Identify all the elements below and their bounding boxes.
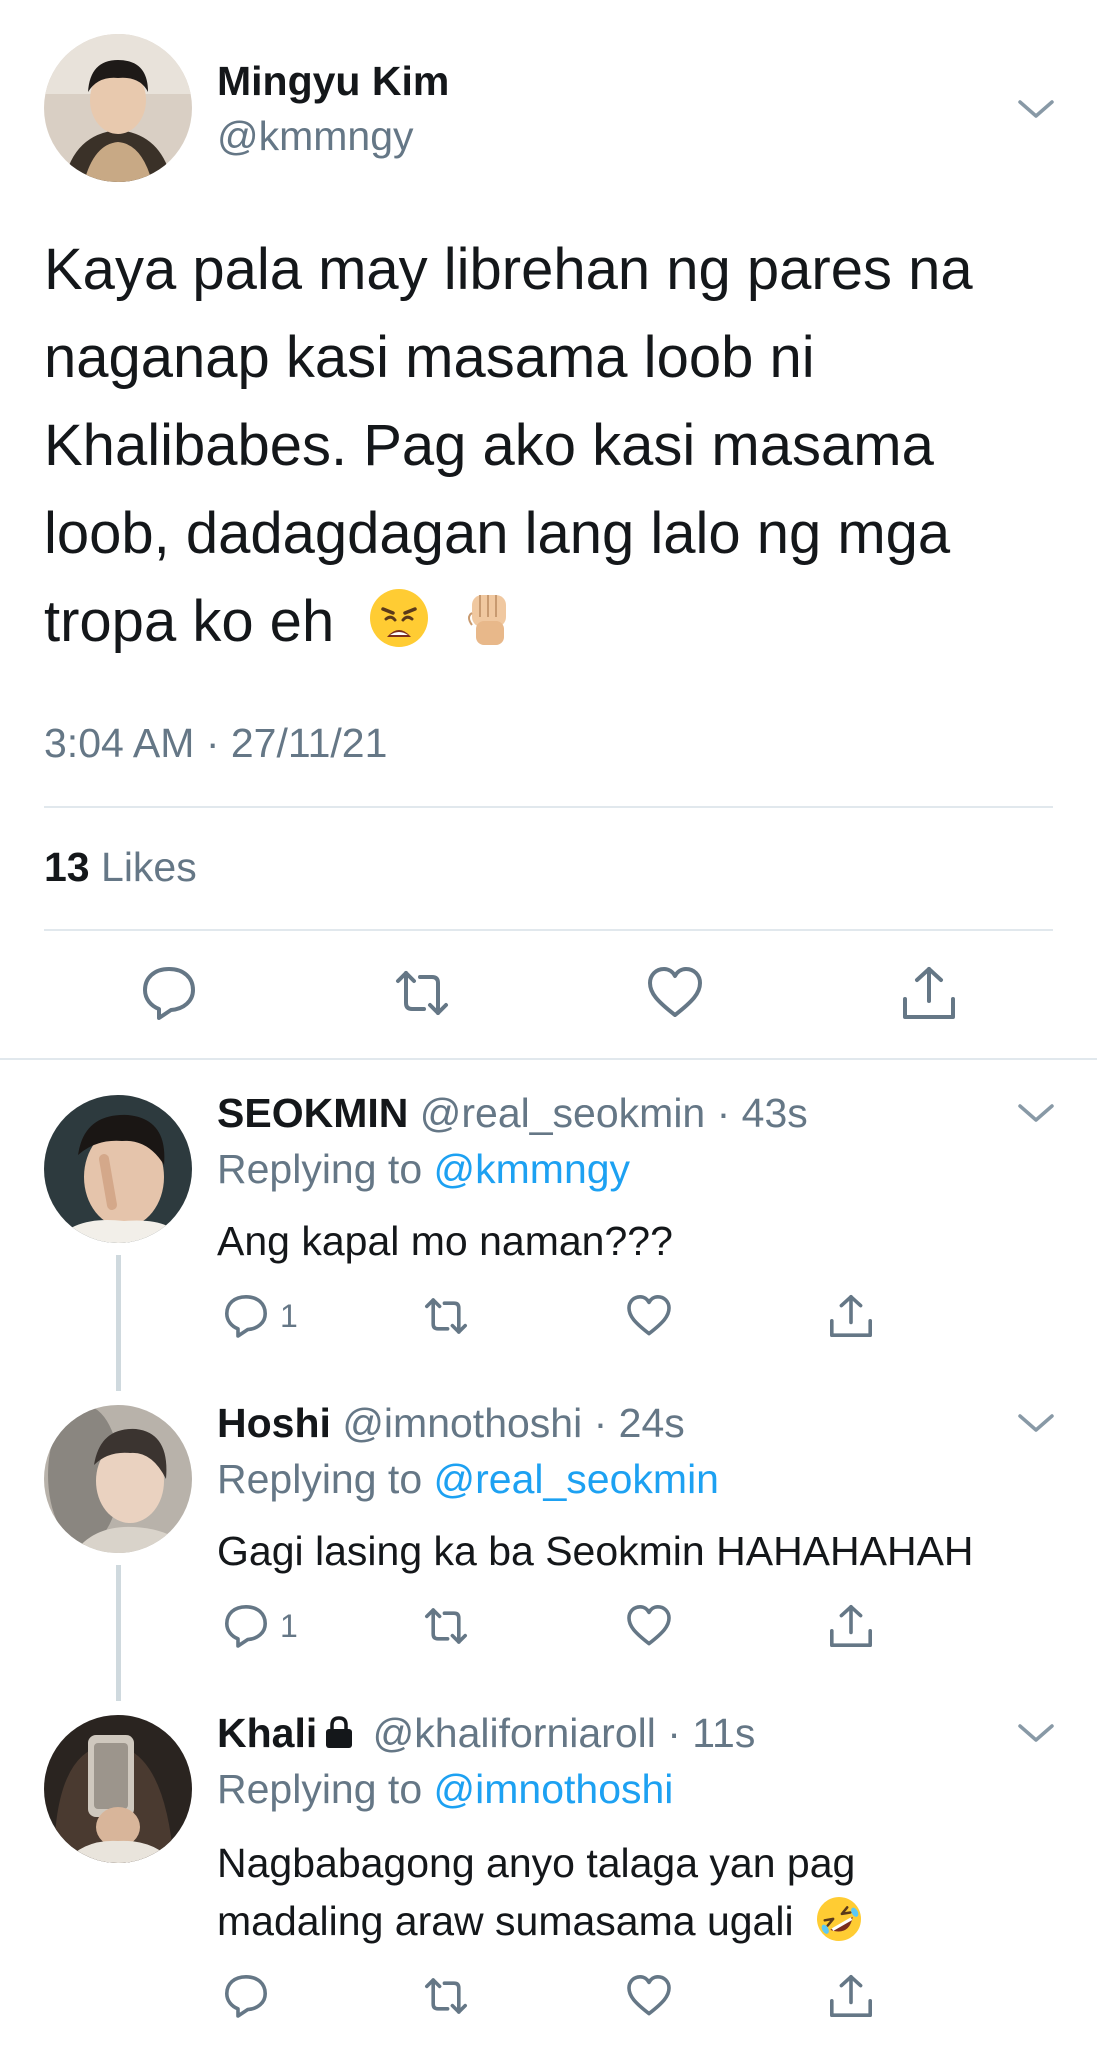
share-icon[interactable] xyxy=(899,963,959,1023)
reply-author-handle[interactable]: @imnothoshi · 24s xyxy=(342,1400,684,1446)
author-avatar[interactable] xyxy=(44,34,192,182)
author-name[interactable]: Mingyu Kim xyxy=(217,58,449,105)
replying-mention[interactable]: @real_seokmin xyxy=(434,1456,719,1502)
reply-count: 1 xyxy=(280,1298,298,1334)
reply-text: Ang kapal mo naman??? xyxy=(217,1218,673,1264)
reply-text-line: madaling araw sumasama ugali xyxy=(217,1898,794,1944)
thread-connector xyxy=(116,1255,121,1391)
tweet-text-line: Kaya pala may librehan ng pares na xyxy=(44,237,973,302)
replying-prefix: Replying to xyxy=(217,1456,434,1502)
reply-author-handle[interactable]: @real_seokmin · 43s xyxy=(420,1090,808,1136)
reply-text-line: Nagbabagong anyo talaga yan pag xyxy=(217,1840,856,1886)
reply-author-name[interactable]: Khali xyxy=(217,1710,317,1756)
like-icon[interactable] xyxy=(625,1972,673,2020)
tweet-text-line-last: tropa ko eh xyxy=(44,578,1044,666)
like-icon[interactable] xyxy=(625,1292,673,1340)
likes-count: 13 xyxy=(44,844,90,890)
reply-text-line-last: madaling araw sumasama ugali xyxy=(217,1892,1097,1950)
thread-connector xyxy=(116,1565,121,1701)
reply-icon[interactable] xyxy=(222,1602,270,1650)
share-icon[interactable] xyxy=(827,1972,875,2020)
tweet-timestamp[interactable]: 3:04 AM · 27/11/21 xyxy=(44,720,387,767)
reply-count: 1 xyxy=(280,1608,298,1644)
author-handle[interactable]: @kmmngy xyxy=(217,113,414,160)
retweet-icon[interactable] xyxy=(422,1972,470,2020)
tweet-text-line: loob, dadagdagan lang lalo ng mga xyxy=(44,501,951,566)
chevron-down-icon[interactable] xyxy=(1016,98,1056,122)
section-divider xyxy=(0,1058,1097,1060)
tweet-text-line: Khalibabes. Pag ako kasi masama xyxy=(44,413,934,478)
retweet-icon[interactable] xyxy=(422,1602,470,1650)
reply-text: Gagi lasing ka ba Seokmin HAHAHAHAH xyxy=(217,1528,974,1574)
reply-author-name[interactable]: Hoshi xyxy=(217,1400,331,1446)
retweet-icon[interactable] xyxy=(392,963,452,1023)
divider xyxy=(44,806,1053,808)
reply-header: SEOKMIN @real_seokmin · 43s xyxy=(217,1090,808,1137)
divider xyxy=(44,929,1053,931)
likes-label: Likes xyxy=(101,844,197,890)
replying-mention[interactable]: @imnothoshi xyxy=(434,1766,674,1812)
like-icon[interactable] xyxy=(645,963,705,1023)
reply-author-name[interactable]: SEOKMIN xyxy=(217,1090,408,1136)
replying-mention[interactable]: @kmmngy xyxy=(434,1146,631,1192)
chevron-down-icon[interactable] xyxy=(1016,1412,1056,1436)
reply-icon[interactable] xyxy=(222,1292,270,1340)
replying-to: Replying to @imnothoshi xyxy=(217,1766,673,1813)
reply-text: Nagbabagong anyo talaga yan pag madaling… xyxy=(217,1834,1097,1950)
tweet-text: Kaya pala may librehan ng pares na nagan… xyxy=(44,226,1044,666)
reply-header: Hoshi @imnothoshi · 24s xyxy=(217,1400,685,1447)
replying-to: Replying to @kmmngy xyxy=(217,1146,630,1193)
reply-author-handle[interactable]: @khaliforniaroll · 11s xyxy=(373,1710,756,1756)
tweet-text-line: tropa ko eh xyxy=(44,589,335,654)
weary-face-emoji xyxy=(368,586,430,648)
reply-avatar[interactable] xyxy=(44,1405,192,1553)
like-icon[interactable] xyxy=(625,1602,673,1650)
retweet-icon[interactable] xyxy=(422,1292,470,1340)
reply-avatar[interactable] xyxy=(44,1715,192,1863)
replying-to: Replying to @real_seokmin xyxy=(217,1456,719,1503)
chevron-down-icon[interactable] xyxy=(1016,1102,1056,1126)
likes-summary[interactable]: 13 Likes xyxy=(44,844,197,891)
tweet-text-line: naganap kasi masama loob ni xyxy=(44,325,815,390)
share-icon[interactable] xyxy=(827,1292,875,1340)
reply-icon[interactable] xyxy=(222,1972,270,2020)
reply-avatar[interactable] xyxy=(44,1095,192,1243)
reply-icon[interactable] xyxy=(139,963,199,1023)
share-icon[interactable] xyxy=(827,1602,875,1650)
reply-header: Khali @khaliforniaroll · 11s xyxy=(217,1710,755,1757)
replying-prefix: Replying to xyxy=(217,1766,434,1812)
replying-prefix: Replying to xyxy=(217,1146,434,1192)
chevron-down-icon[interactable] xyxy=(1016,1722,1056,1746)
raised-fist-emoji xyxy=(458,586,520,648)
lock-icon xyxy=(321,1713,357,1749)
rolling-on-floor-laughing-emoji xyxy=(815,1895,863,1943)
